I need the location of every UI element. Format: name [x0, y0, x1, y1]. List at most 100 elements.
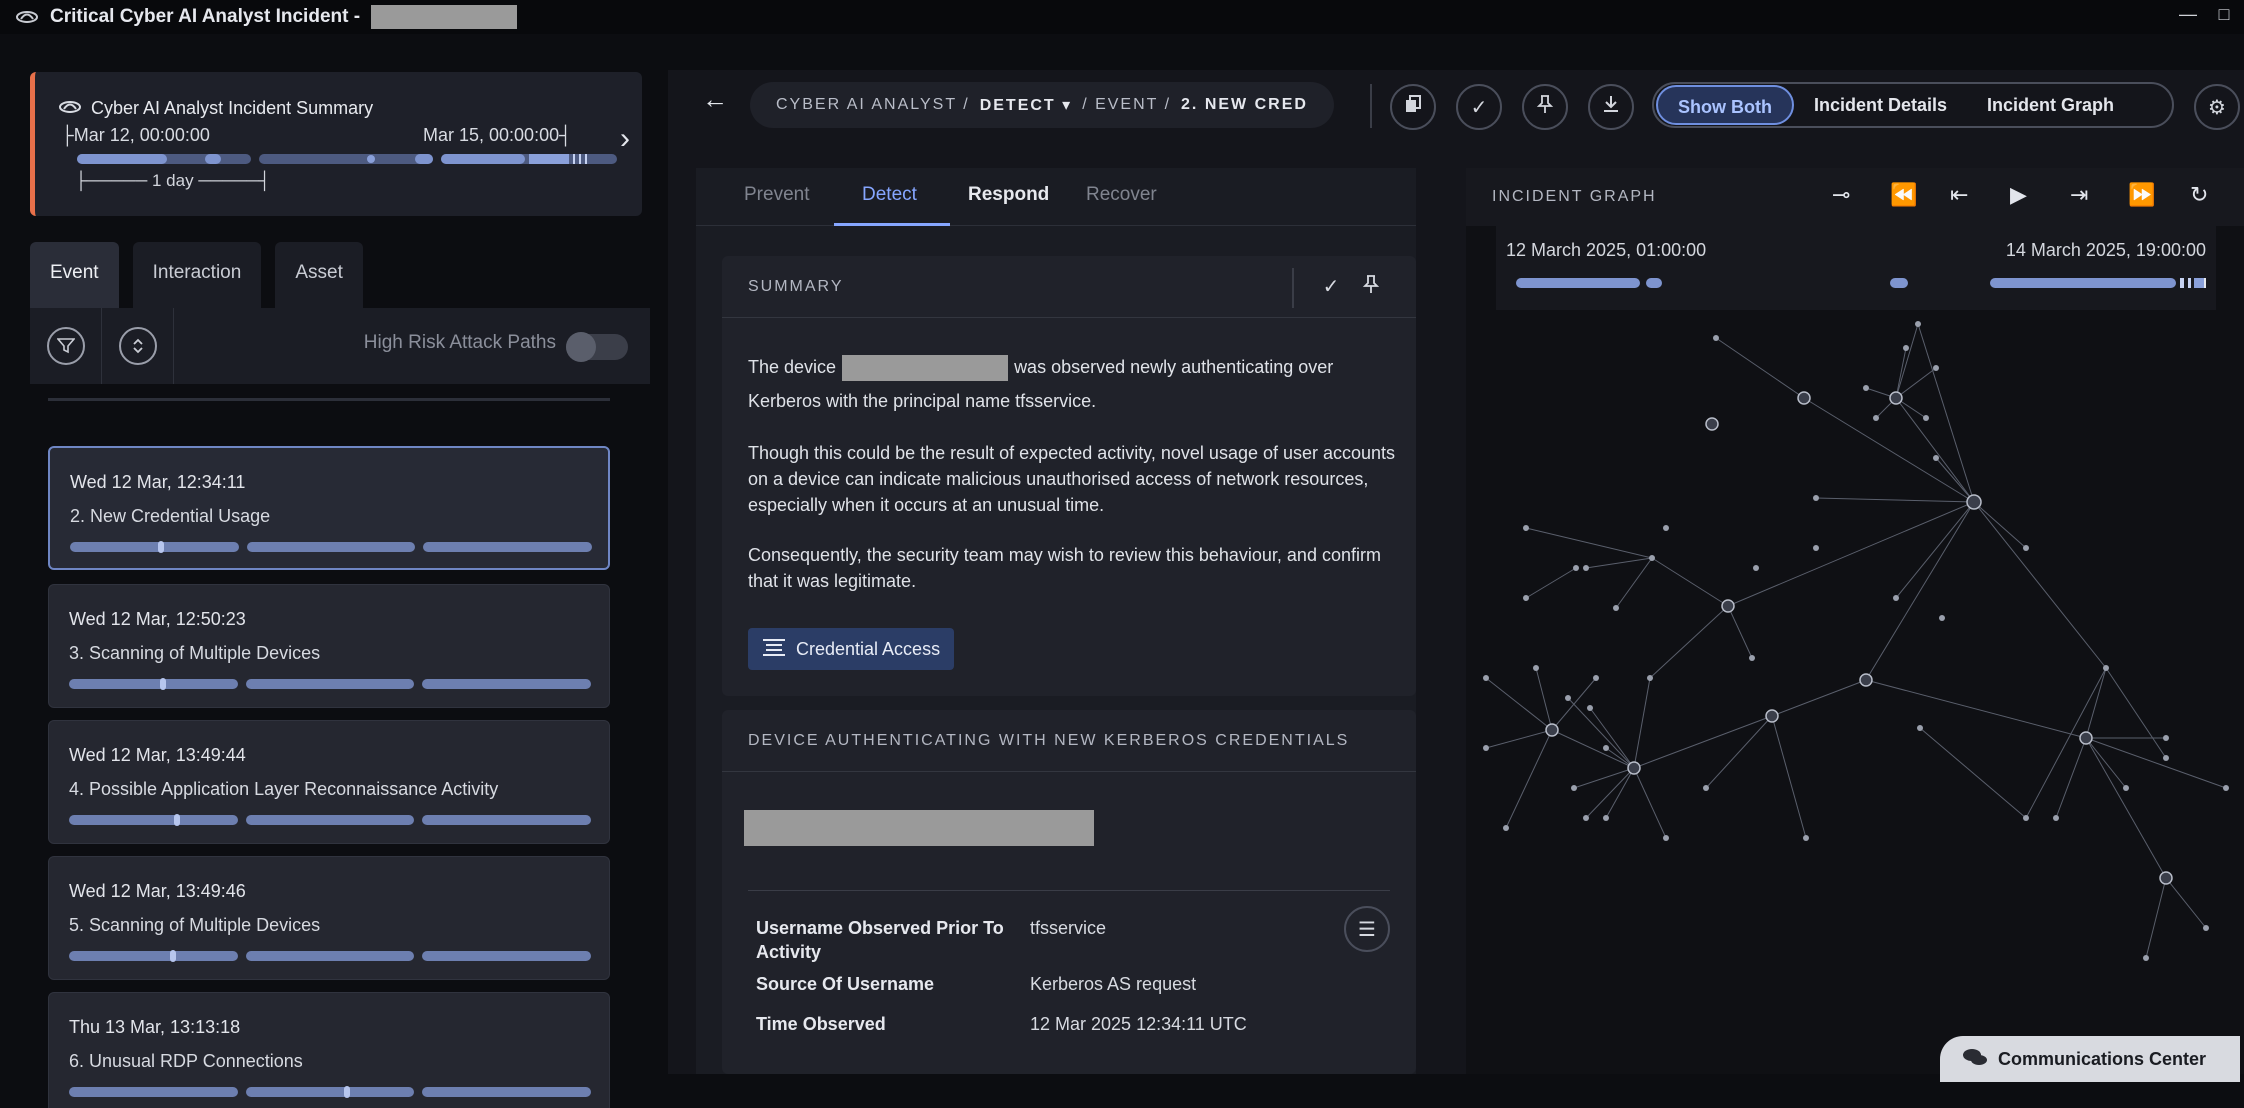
timeline-end: Mar 15, 00:00:00┤: [423, 125, 572, 145]
timeline-segment: [423, 542, 593, 552]
event-card[interactable]: Thu 13 Mar, 13:13:18 6. Unusual RDP Conne…: [48, 992, 610, 1108]
list-divider: [48, 398, 610, 401]
device-divider: [748, 890, 1390, 891]
redacted-device-name: [744, 810, 1094, 846]
toolbar-divider: [1370, 84, 1372, 128]
network-graph: [1483, 321, 2229, 961]
active-tab-indicator: [834, 223, 950, 226]
left-panel: Cyber AI Analyst Incident Summary ├Mar 1…: [0, 34, 660, 1108]
tab-prevent[interactable]: Prevent: [744, 184, 809, 206]
kv-value: tfsservice: [1030, 918, 1107, 938]
event-card[interactable]: Wed 12 Mar, 12:50:23 3. Scanning of Multi…: [48, 584, 610, 708]
tab-event[interactable]: Event: [30, 242, 119, 308]
event-time: Wed 12 Mar, 13:49:44: [69, 745, 246, 765]
graph-timeline: 12 March 2025, 01:00:00 14 March 2025, 1…: [1496, 226, 2216, 310]
skip-end-icon[interactable]: ⇥: [2070, 182, 2088, 208]
chevron-right-icon[interactable]: ›: [620, 122, 630, 156]
summary-header: SUMMARY ✓: [722, 256, 1416, 318]
incident-graph-panel: INCIDENT GRAPH ⊸ ⏪ ⇤ ▶ ⇥ ⏩ ↻ 12 March 20…: [1466, 168, 2244, 1074]
play-icon[interactable]: ▶: [2010, 182, 2027, 208]
tab-recover[interactable]: Recover: [1086, 184, 1157, 206]
high-risk-label: High Risk Attack Paths: [363, 332, 556, 353]
pin-icon[interactable]: [1362, 274, 1380, 300]
tactic-badge[interactable]: Credential Access: [748, 628, 955, 670]
view-incident-graph[interactable]: Incident Graph: [1967, 85, 2134, 125]
breadcrumb: CYBER AI ANALYST / DETECT ▾ / EVENT / 2.…: [750, 82, 1334, 128]
skip-start-icon[interactable]: ⇤: [1950, 182, 1968, 208]
sort-button[interactable]: [102, 308, 174, 384]
kv-value: Kerberos AS request: [1030, 974, 1197, 994]
breadcrumb-root[interactable]: CYBER AI ANALYST /: [776, 96, 970, 114]
event-card[interactable]: Wed 12 Mar, 13:49:46 5. Scanning of Multi…: [48, 856, 610, 980]
window-title: Critical Cyber AI Analyst Incident -: [50, 5, 518, 29]
timeline-marker: [173, 814, 180, 826]
communications-center-button[interactable]: Communications Center: [1940, 1036, 2240, 1082]
breadcrumb-section[interactable]: DETECT ▾: [980, 95, 1072, 115]
settings-button[interactable]: ⚙: [2194, 84, 2240, 130]
incident-details-panel: Prevent Detect Respond Recover SUMMARY ✓…: [696, 168, 1416, 1074]
timeline-segment: [245, 951, 415, 961]
tab-detect[interactable]: Detect: [862, 184, 917, 206]
timeline-segment: [422, 815, 592, 825]
event-name: 3. Scanning of Multiple Devices: [69, 643, 321, 663]
sort-icon: [118, 327, 157, 365]
details-list-button[interactable]: ☰: [1344, 906, 1390, 952]
timeline-segment: [69, 814, 238, 826]
event-card[interactable]: Wed 12 Mar, 12:34:11 2. New Credential Us…: [48, 446, 610, 570]
redacted-device: [842, 355, 1009, 382]
communications-center-label: Communications Center: [1998, 1048, 2207, 1069]
rewind-icon[interactable]: ⏪: [1890, 182, 1917, 208]
maximize-button[interactable]: □: [2212, 4, 2236, 28]
high-risk-toggle[interactable]: [566, 332, 628, 362]
timeline-start: ├Mar 12, 00:00:00: [61, 125, 210, 145]
incident-summary-card[interactable]: Cyber AI Analyst Incident Summary ├Mar 1…: [30, 72, 642, 216]
event-time: Thu 13 Mar, 13:13:18: [69, 1017, 241, 1037]
incident-summary-title: Cyber AI Analyst Incident Summary: [91, 98, 374, 118]
refresh-icon[interactable]: ↻: [2190, 182, 2208, 208]
timeline-marker: [160, 678, 167, 690]
event-name: 5. Scanning of Multiple Devices: [69, 915, 321, 935]
top-toolbar: ← CYBER AI ANALYST / DETECT ▾ / EVENT / …: [668, 70, 2244, 138]
darktrace-logo-icon: [57, 100, 83, 119]
graph-slider-icon[interactable]: ⊸: [1832, 182, 1850, 208]
summary-timeline-bars: [77, 154, 617, 164]
left-tabs: Event Interaction Asset: [30, 242, 363, 308]
view-incident-details[interactable]: Incident Details: [1794, 85, 1967, 125]
timeline-marker: [170, 950, 177, 962]
tab-asset[interactable]: Asset: [275, 242, 363, 308]
timeline-segment: [69, 1087, 238, 1097]
event-name: 2. New Credential Usage: [70, 506, 271, 526]
tab-respond[interactable]: Respond: [968, 184, 1049, 206]
event-timeline: [69, 678, 592, 690]
filter-button[interactable]: [30, 308, 102, 384]
pin-icon: [1536, 94, 1554, 120]
download-button[interactable]: [1588, 84, 1634, 130]
view-show-both[interactable]: Show Both: [1656, 85, 1794, 125]
event-list: Wed 12 Mar, 12:34:11 2. New Credential Us…: [30, 398, 650, 1108]
minimize-button[interactable]: —: [2176, 4, 2200, 28]
graph-start-time: 12 March 2025, 01:00:00: [1506, 240, 1707, 260]
event-card[interactable]: Wed 12 Mar, 13:49:44 4. Possible Applicat…: [48, 720, 610, 844]
kv-key: Time Observed: [756, 1014, 886, 1034]
phase-tabs: Prevent Detect Respond Recover: [696, 168, 1416, 226]
timeline-segment: [245, 1086, 415, 1098]
timeline-marker: [343, 1086, 350, 1098]
check-icon[interactable]: ✓: [1296, 274, 1366, 299]
acknowledge-button[interactable]: ✓: [1456, 84, 1502, 130]
timeline-segment: [245, 679, 415, 689]
copy-button[interactable]: [1390, 84, 1436, 130]
filter-bar: High Risk Attack Paths: [30, 308, 650, 384]
tab-interaction[interactable]: Interaction: [132, 242, 262, 308]
event-name: 6. Unusual RDP Connections: [69, 1051, 303, 1071]
kv-key: Username Observed Prior To Activity: [756, 918, 1004, 962]
breadcrumb-item: 2. NEW CRED: [1181, 96, 1308, 113]
pin-button[interactable]: [1522, 84, 1568, 130]
event-timeline: [69, 950, 592, 962]
back-arrow-icon[interactable]: ←: [702, 84, 728, 115]
check-icon: ✓: [1470, 96, 1488, 119]
fast-forward-icon[interactable]: ⏩: [2128, 182, 2155, 208]
gear-icon: ⚙: [2208, 96, 2226, 119]
view-toggle: Show Both Incident Details Incident Grap…: [1652, 82, 2174, 128]
darktrace-logo-icon: [14, 8, 40, 26]
timeline-segment: [245, 815, 415, 825]
